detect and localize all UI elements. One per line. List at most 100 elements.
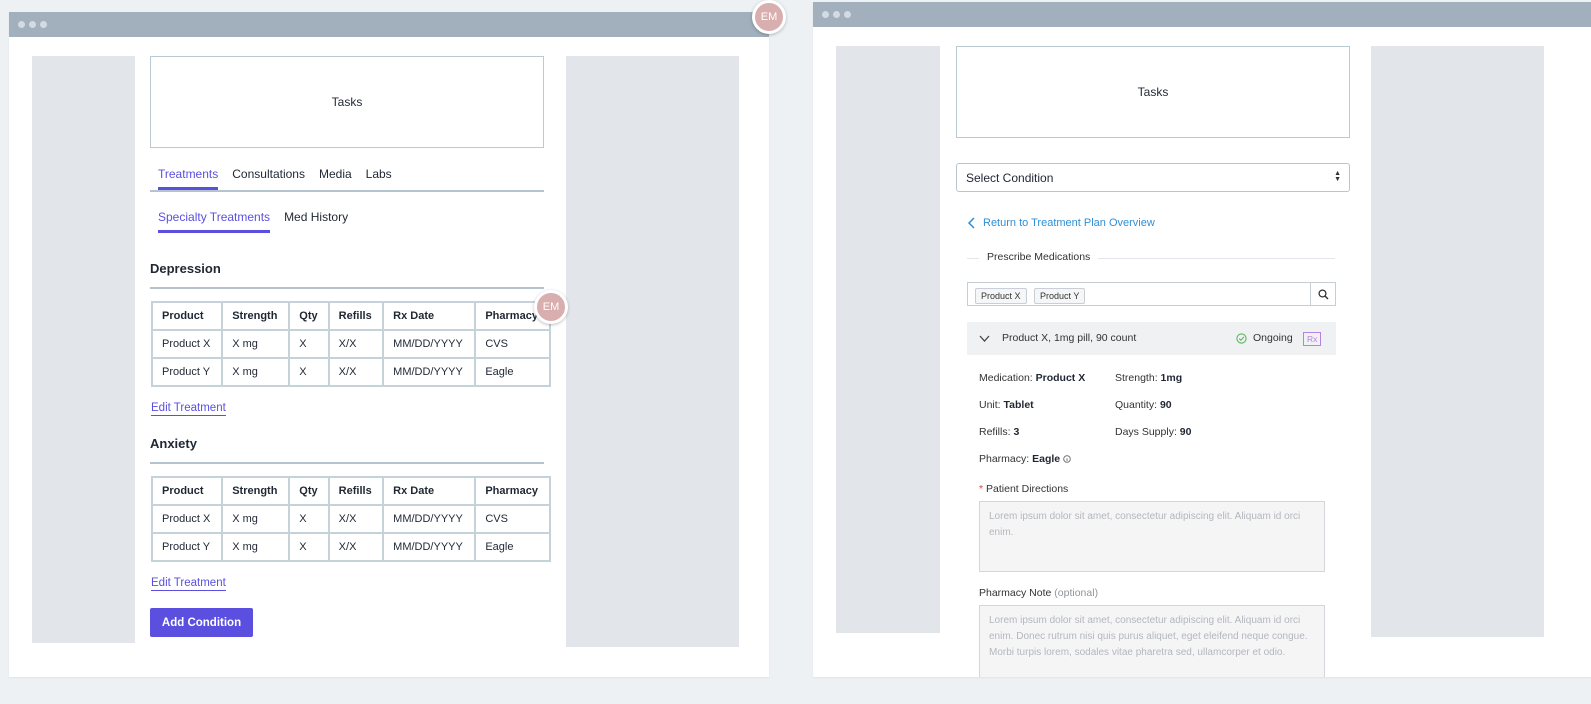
edit-treatment-link[interactable]: Edit Treatment <box>151 576 226 591</box>
table-cell: X/X <box>327 504 385 534</box>
edit-treatment-link[interactable]: Edit Treatment <box>151 401 226 416</box>
left-sidebar-placeholder <box>836 46 940 633</box>
left-sidebar-placeholder <box>32 56 135 643</box>
strength-field: Strength: 1mg <box>1115 372 1182 384</box>
column-header: Refills <box>327 301 385 331</box>
patient-directions-label: * Patient Directions <box>979 483 1068 495</box>
table-cell: X mg <box>221 532 291 562</box>
patient-directions-textarea[interactable]: Lorem ipsum dolor sit amet, consectetur … <box>979 501 1325 572</box>
search-icon <box>1317 288 1328 299</box>
field-value: 3 <box>1013 426 1020 438</box>
table-cell: X mg <box>221 504 291 534</box>
table-cell: X/X <box>327 329 385 359</box>
table-cell: Product X <box>150 329 224 359</box>
tab-specialty-treatments[interactable]: Specialty Treatments <box>151 202 277 233</box>
table-cell: Product Y <box>150 532 224 562</box>
field-value: 90 <box>1159 399 1172 411</box>
rx-badge: Rx <box>1303 332 1322 346</box>
window-dot-icon[interactable] <box>822 11 829 18</box>
column-header: Refills <box>327 476 385 506</box>
table-cell: X mg <box>221 329 291 359</box>
treatment-table-anxiety: Product Strength Qty Refills Rx Date Pha… <box>150 476 551 562</box>
field-value: 90 <box>1179 426 1192 438</box>
select-condition-dropdown[interactable]: Select Condition ▲ ▼ <box>956 163 1350 192</box>
avatar[interactable]: EM <box>752 0 786 34</box>
window-titlebar <box>813 2 1591 27</box>
info-icon[interactable] <box>1063 455 1071 463</box>
column-header: Rx Date <box>382 476 477 506</box>
window-dot-icon[interactable] <box>833 11 840 18</box>
table-cell: X/X <box>327 357 385 387</box>
field-label: Refills: <box>979 426 1011 438</box>
status-badge: Ongoing <box>1253 332 1293 344</box>
tab-treatments[interactable]: Treatments <box>151 159 225 190</box>
window-dot-icon[interactable] <box>40 21 47 28</box>
tab-med-history[interactable]: Med History <box>277 202 355 232</box>
table-row: Product X X mg X X/X MM/DD/YYYY CVS <box>150 329 551 359</box>
avatar[interactable]: EM <box>534 290 568 324</box>
right-sidebar-placeholder <box>1371 46 1544 637</box>
right-sidebar-placeholder <box>566 56 739 647</box>
table-cell: Eagle <box>474 357 551 387</box>
window-dot-icon[interactable] <box>29 21 36 28</box>
tasks-label: Tasks <box>331 95 363 109</box>
column-header: Product <box>150 301 224 331</box>
add-condition-button[interactable]: Add Condition <box>150 608 253 637</box>
field-label: Strength: <box>1115 372 1158 384</box>
column-header: Pharmacy <box>474 476 551 506</box>
tasks-label: Tasks <box>1137 85 1169 99</box>
pharmacy-note-textarea[interactable]: Lorem ipsum dolor sit amet, consectetur … <box>979 605 1325 677</box>
table-cell: X <box>288 504 330 534</box>
right-window: Tasks Select Condition ▲ ▼ Return to Trea… <box>813 2 1591 677</box>
table-cell: Eagle <box>474 532 551 562</box>
table-cell: CVS <box>474 329 551 359</box>
search-button[interactable] <box>1310 283 1335 305</box>
select-arrows-icon: ▲ ▼ <box>1334 170 1341 183</box>
table-cell: X mg <box>221 357 291 387</box>
tab-labs[interactable]: Labs <box>359 159 399 189</box>
check-circle-icon <box>1236 333 1247 344</box>
chevron-down-icon[interactable] <box>979 335 990 343</box>
main-tabs: Treatments Consultations Media Labs <box>151 159 399 190</box>
column-header: Rx Date <box>382 301 477 331</box>
window-dot-icon[interactable] <box>18 21 25 28</box>
return-link-label: Return to Treatment Plan Overview <box>983 217 1155 229</box>
section-title: Prescribe Medications <box>979 251 1099 263</box>
table-cell: X <box>288 532 330 562</box>
optional-hint: (optional) <box>1054 587 1099 599</box>
column-header: Product <box>150 476 224 506</box>
column-header: Strength <box>221 476 291 506</box>
table-cell: CVS <box>474 504 551 534</box>
window-dot-icon[interactable] <box>844 11 851 18</box>
table-cell: MM/DD/YYYY <box>382 357 477 387</box>
refills-field: Refills: 3 <box>979 426 1019 438</box>
product-tag[interactable]: Product X <box>975 288 1027 304</box>
tasks-panel: Tasks <box>150 56 544 148</box>
table-cell: Product X <box>150 504 224 534</box>
table-header-row: Product Strength Qty Refills Rx Date Pha… <box>150 301 551 331</box>
tasks-panel: Tasks <box>956 46 1350 138</box>
table-row: Product Y X mg X X/X MM/DD/YYYY Eagle <box>150 357 551 387</box>
table-header-row: Product Strength Qty Refills Rx Date Pha… <box>150 476 551 506</box>
pharmacy-note-label: Pharmacy Note (optional) <box>979 587 1098 599</box>
days-supply-field: Days Supply: 90 <box>1115 426 1191 438</box>
product-tag[interactable]: Product Y <box>1034 288 1086 304</box>
left-window: Tasks Treatments Consultations Media Lab… <box>9 12 769 677</box>
table-row: Product Y X mg X X/X MM/DD/YYYY Eagle <box>150 532 551 562</box>
medication-field: Medication: Product X <box>979 372 1085 384</box>
table-row: Product X X mg X X/X MM/DD/YYYY CVS <box>150 504 551 534</box>
field-label: Pharmacy Note <box>979 587 1052 599</box>
return-to-overview-link[interactable]: Return to Treatment Plan Overview <box>967 217 1155 229</box>
medication-row[interactable]: Product X, 1mg pill, 90 count Ongoing Rx <box>967 322 1336 355</box>
table-cell: MM/DD/YYYY <box>382 504 477 534</box>
condition-divider <box>150 462 544 464</box>
tab-consultations[interactable]: Consultations <box>225 159 312 189</box>
field-value: Product X <box>1035 372 1086 384</box>
medication-search-field[interactable]: Product X Product Y <box>967 282 1336 306</box>
condition-divider <box>150 287 544 289</box>
quantity-field: Quantity: 90 <box>1115 399 1172 411</box>
table-cell: Product Y <box>150 357 224 387</box>
tab-media[interactable]: Media <box>312 159 359 189</box>
condition-title: Depression <box>150 261 221 276</box>
select-condition-value: Select Condition <box>966 170 1054 185</box>
